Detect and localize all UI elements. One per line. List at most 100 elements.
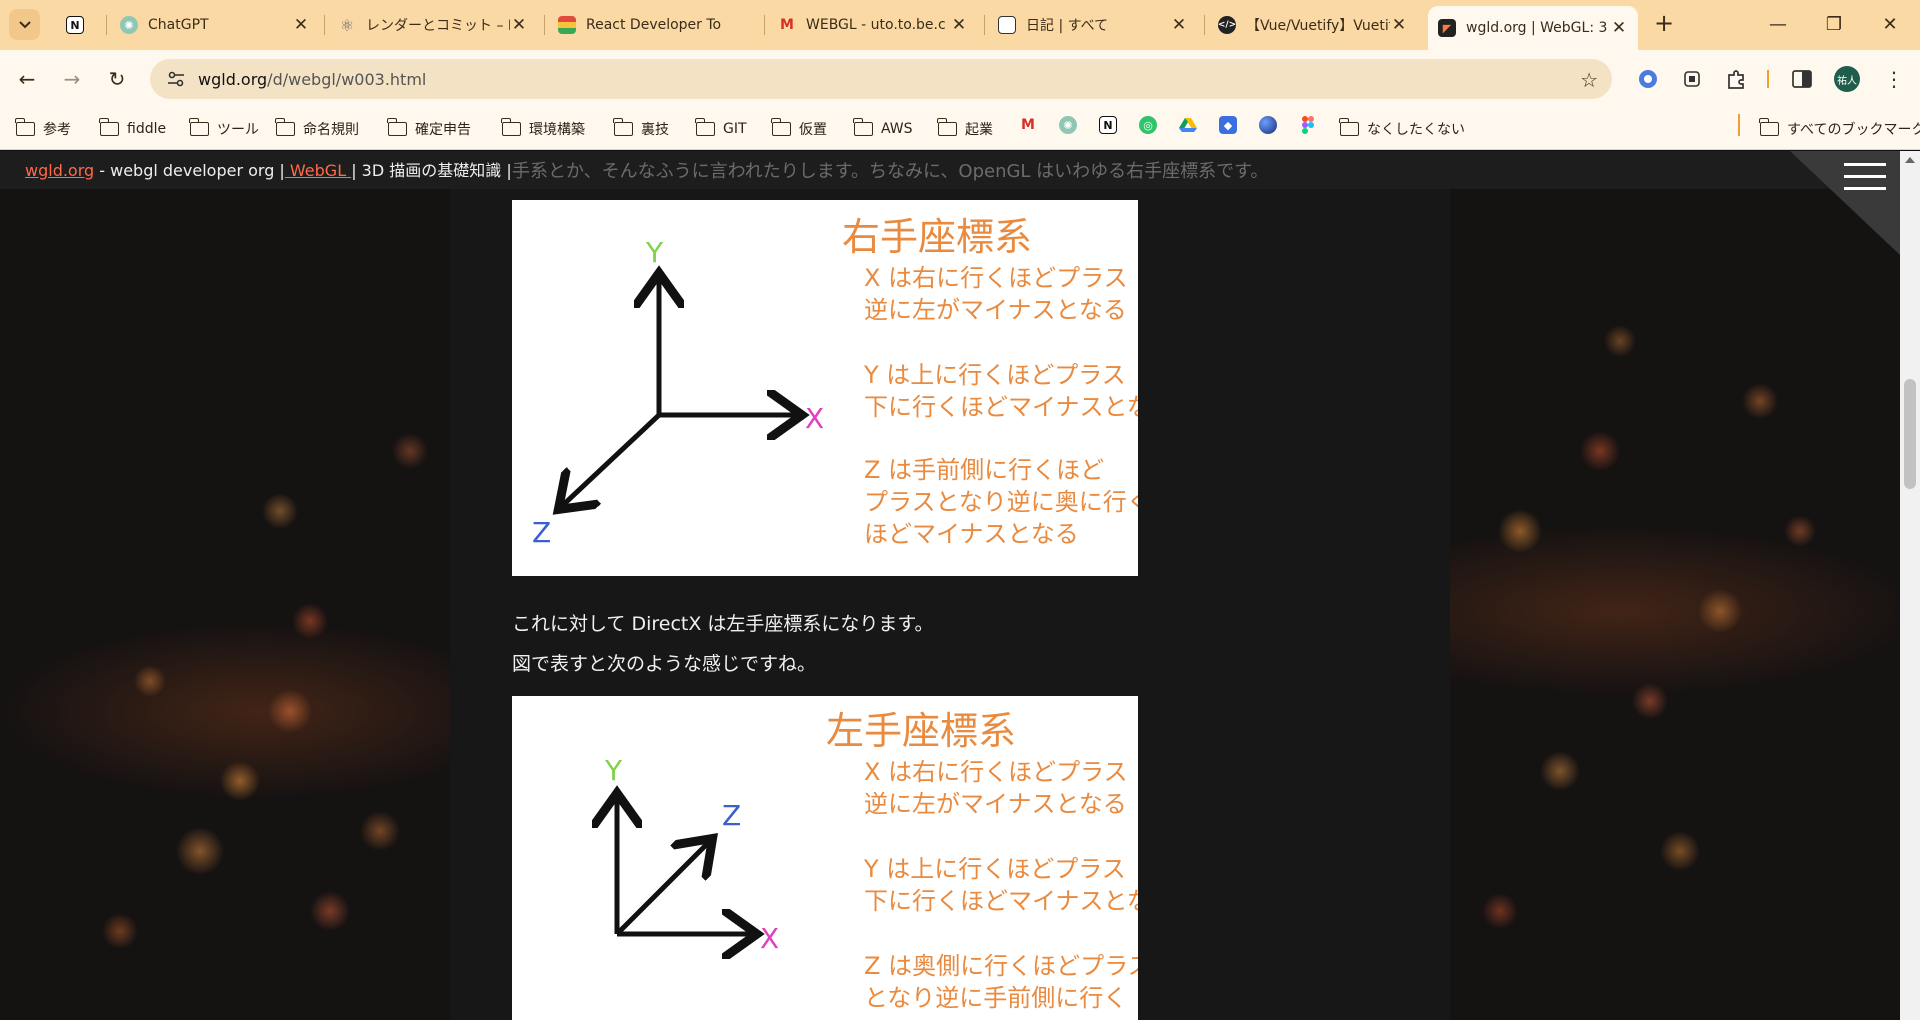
browser-toolbar: ← → ↻ wgld.org/d/webgl/w003.html ☆ 祐人 ⋮ — [0, 50, 1920, 108]
tab-notion[interactable]: N — [56, 8, 100, 42]
bookmark-folder[interactable]: 起業 — [937, 116, 993, 142]
paragraph: これに対して DirectX は左手座標系になります。 — [512, 613, 934, 635]
tab-title: WEBGL - uto.to.be.c — [806, 17, 946, 33]
folder-icon — [275, 118, 295, 136]
dropbox-icon[interactable]: ◆ — [1219, 116, 1237, 134]
bookmark-folder[interactable]: 命名規則 — [275, 116, 359, 142]
chatgpt-icon[interactable]: ✺ — [1059, 116, 1077, 134]
folder-icon — [613, 118, 633, 136]
home-link[interactable]: wgld.org — [25, 161, 94, 180]
bookmark-folder[interactable]: AWS — [853, 116, 913, 142]
axis-label-z: Z — [532, 516, 551, 549]
react-icon: ⚛ — [339, 15, 355, 35]
tab-title: 【Vue/Vuetify】Vuetif — [1246, 18, 1390, 34]
globe-icon[interactable] — [1259, 116, 1277, 134]
green-circle-icon[interactable]: ◎ — [1139, 116, 1157, 134]
chrome-webstore-icon — [558, 16, 576, 34]
tab-search-button[interactable] — [9, 9, 40, 40]
chevron-down-icon — [18, 20, 31, 28]
figure-right-handed: 右手座標系 Y X Z X は右に行くほどプラス 逆に左がマイナスとなる Y は上… — [512, 200, 1138, 576]
extension-icon-reader[interactable] — [1680, 67, 1704, 91]
bookmark-folder[interactable]: 参考 — [15, 116, 71, 142]
bookmark-folder[interactable]: なくしたくない — [1339, 116, 1465, 142]
reload-button[interactable]: ↻ — [102, 64, 132, 94]
side-panel-icon[interactable] — [1790, 67, 1814, 91]
bookmark-folder[interactable]: 環境構築 — [501, 116, 585, 142]
menu-icon — [1844, 163, 1886, 166]
tab-gmail[interactable]: M WEBGL - uto.to.be.c ✕ — [768, 8, 978, 42]
description-y: Y は上に行くほどプラス下に行くほどマイナスとなる — [864, 361, 1138, 421]
new-tab-button[interactable]: + — [1650, 10, 1678, 38]
gmail-icon[interactable]: M — [1019, 116, 1037, 134]
close-window-button[interactable]: ✕ — [1870, 10, 1910, 40]
figma-icon[interactable] — [1299, 116, 1317, 134]
tab-diary[interactable]: 日記 | すべて ✕ — [988, 8, 1198, 42]
extensions-puzzle-icon[interactable] — [1724, 67, 1748, 91]
bookmark-folder[interactable]: ツール — [189, 116, 259, 142]
notion-icon[interactable]: N — [1099, 116, 1117, 134]
chatgpt-icon: ✺ — [120, 16, 138, 34]
figure-title: 右手座標系 — [842, 215, 1033, 259]
partially-hidden-paragraph: 手系とか、そんなふうに言われたりします。ちなみに、OpenGL はいわゆる右手座… — [512, 161, 1269, 182]
close-icon[interactable]: ✕ — [950, 15, 968, 35]
tab-title: レンダーとコミット – Re — [366, 18, 510, 34]
axis-label-x: X — [760, 922, 779, 955]
hamburger-menu[interactable] — [1790, 151, 1900, 255]
close-icon[interactable]: ✕ — [1390, 15, 1408, 35]
all-bookmarks-folder[interactable]: すべてのブックマーク — [1759, 116, 1920, 142]
extension-icon-blue[interactable] — [1636, 67, 1660, 91]
webgl-link[interactable]: WebGL — [285, 161, 351, 180]
back-button[interactable]: ← — [12, 64, 42, 94]
folder-icon — [189, 118, 209, 136]
tab-chatgpt[interactable]: ✺ ChatGPT ✕ — [110, 8, 320, 42]
close-icon[interactable]: ✕ — [1610, 18, 1628, 38]
tab-title: wgld.org | WebGL: 3 — [1466, 20, 1608, 36]
tab-vuetify[interactable]: </> 【Vue/Vuetify】Vuetif ✕ — [1208, 8, 1418, 42]
folder-icon — [15, 118, 35, 136]
tab-title: React Developer To — [586, 17, 722, 33]
tab-wgld-active[interactable]: ◤ wgld.org | WebGL: 3 ✕ — [1428, 6, 1638, 50]
address-bar[interactable]: wgld.org/d/webgl/w003.html ☆ — [150, 59, 1612, 99]
profile-avatar[interactable]: 祐人 — [1834, 66, 1860, 92]
description-y: Y は上に行くほどプラス下に行くほどマイナスとなる — [864, 855, 1138, 915]
site-info-icon[interactable] — [164, 67, 188, 91]
folder-icon — [99, 118, 119, 136]
more-menu-icon[interactable]: ⋮ — [1882, 67, 1906, 91]
code-icon: </> — [1218, 16, 1236, 34]
description-z: Z は手前側に行くほど プラスとなり逆に奥に行く ほどマイナスとなる — [864, 456, 1138, 548]
page-scrollbar[interactable] — [1900, 151, 1920, 1020]
scroll-up-icon[interactable] — [1905, 157, 1915, 163]
page-viewport: 右手座標系 Y X Z X は右に行くほどプラス 逆に左がマイナスとなる Y は上… — [0, 151, 1900, 1020]
restore-button[interactable]: ❐ — [1814, 10, 1854, 40]
axis-label-x: X — [805, 402, 824, 435]
figure-left-handed: 左手座標系 Y X Z X は右に行くほどプラス 逆に左がマイナスとなる Y は上… — [512, 696, 1138, 1020]
scrollbar-thumb[interactable] — [1904, 379, 1916, 489]
bookmark-star-icon[interactable]: ☆ — [1580, 68, 1598, 92]
article-body: 右手座標系 Y X Z X は右に行くほどプラス 逆に左がマイナスとなる Y は上… — [450, 189, 1450, 1020]
minimize-button[interactable]: — — [1758, 10, 1798, 40]
bookmark-folder[interactable]: 裏技 — [613, 116, 669, 142]
axis-label-y: Y — [645, 236, 664, 269]
tab-react-docs[interactable]: ⚛ レンダーとコミット – Re ✕ — [328, 8, 538, 42]
close-icon[interactable]: ✕ — [1170, 15, 1188, 35]
description-z: Z は奥側に行くほどプラス となり逆に手前側に行く — [864, 952, 1138, 1012]
figure-title: 左手座標系 — [826, 709, 1017, 753]
bookmark-folder[interactable]: GIT — [695, 116, 747, 142]
folder-icon — [853, 118, 873, 136]
close-icon[interactable]: ✕ — [510, 15, 528, 35]
forward-button[interactable]: → — [57, 64, 87, 94]
description-x: X は右に行くほどプラス 逆に左がマイナスとなる — [864, 758, 1128, 818]
google-drive-icon[interactable] — [1179, 116, 1197, 134]
close-icon[interactable]: ✕ — [292, 15, 310, 35]
folder-icon — [1759, 118, 1779, 136]
breadcrumb: wgld.org - webgl developer org | WebGL |… — [25, 161, 512, 180]
folder-icon — [387, 118, 407, 136]
tab-react-devtools[interactable]: React Developer To — [548, 8, 758, 42]
gmail-icon: M — [780, 17, 794, 33]
bookmark-folder[interactable]: 確定申告 — [387, 116, 471, 142]
bookmark-folder[interactable]: fiddle — [99, 116, 166, 142]
bookmarks-bar: 参考 fiddle ツール 命名規則 確定申告 環境構築 裏技 GIT 仮置 A… — [0, 108, 1920, 150]
axis-label-z: Z — [722, 799, 741, 832]
bookmark-folder[interactable]: 仮置 — [771, 116, 827, 142]
paragraph: 図で表すと次のような感じですね。 — [512, 653, 817, 675]
